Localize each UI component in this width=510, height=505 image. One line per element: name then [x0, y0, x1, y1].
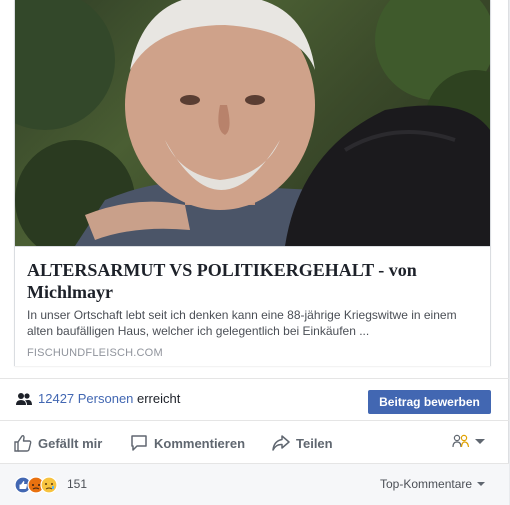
photo-illustration — [15, 0, 490, 246]
sad-icon — [40, 476, 58, 494]
thumbs-up-icon — [14, 435, 32, 452]
friends-icon — [452, 434, 470, 448]
people-icon — [16, 393, 32, 405]
link-preview[interactable]: ALTERSARMUT VS POLITIKERGEHALT - von Mic… — [14, 0, 491, 366]
like-label: Gefällt mir — [38, 435, 103, 451]
post-card: ALTERSARMUT VS POLITIKERGEHALT - von Mic… — [0, 0, 509, 505]
comment-sort-dropdown[interactable]: Top-Kommentare — [380, 477, 486, 491]
action-bar: Gefällt mir Kommentieren Teilen — [0, 420, 509, 464]
comment-button[interactable]: Kommentieren — [130, 433, 245, 453]
reaction-count[interactable]: 151 — [67, 477, 87, 491]
like-button[interactable]: Gefällt mir — [14, 433, 102, 453]
reaction-bar: 151 Top-Kommentare — [0, 464, 509, 505]
promote-post-button[interactable]: Beitrag bewerben — [368, 390, 491, 414]
reach-label: erreicht — [137, 391, 181, 406]
comment-label: Kommentieren — [154, 435, 246, 451]
preview-image[interactable] — [15, 0, 490, 246]
reaction-icons[interactable] — [14, 476, 64, 494]
preview-text: ALTERSARMUT VS POLITIKERGEHALT - von Mic… — [15, 246, 490, 366]
chevron-down-icon — [475, 438, 485, 444]
share-label: Teilen — [296, 435, 333, 451]
preview-title[interactable]: ALTERSARMUT VS POLITIKERGEHALT - von Mic… — [27, 259, 482, 303]
preview-domain: FISCHUNDFLEISCH.COM — [27, 347, 163, 359]
reach-bar: 12427 Personen erreicht Beitrag bewerben — [0, 378, 509, 420]
reach-count-link[interactable]: 12427 Personen — [38, 391, 133, 406]
chevron-down-icon — [477, 482, 486, 486]
share-button[interactable]: Teilen — [272, 433, 333, 453]
comment-icon — [131, 435, 147, 451]
preview-description: In unser Ortschaft lebt seit ich denken … — [27, 308, 457, 338]
audience-selector[interactable] — [452, 434, 485, 448]
share-icon — [272, 435, 290, 451]
comment-sort-label: Top-Kommentare — [380, 477, 473, 491]
